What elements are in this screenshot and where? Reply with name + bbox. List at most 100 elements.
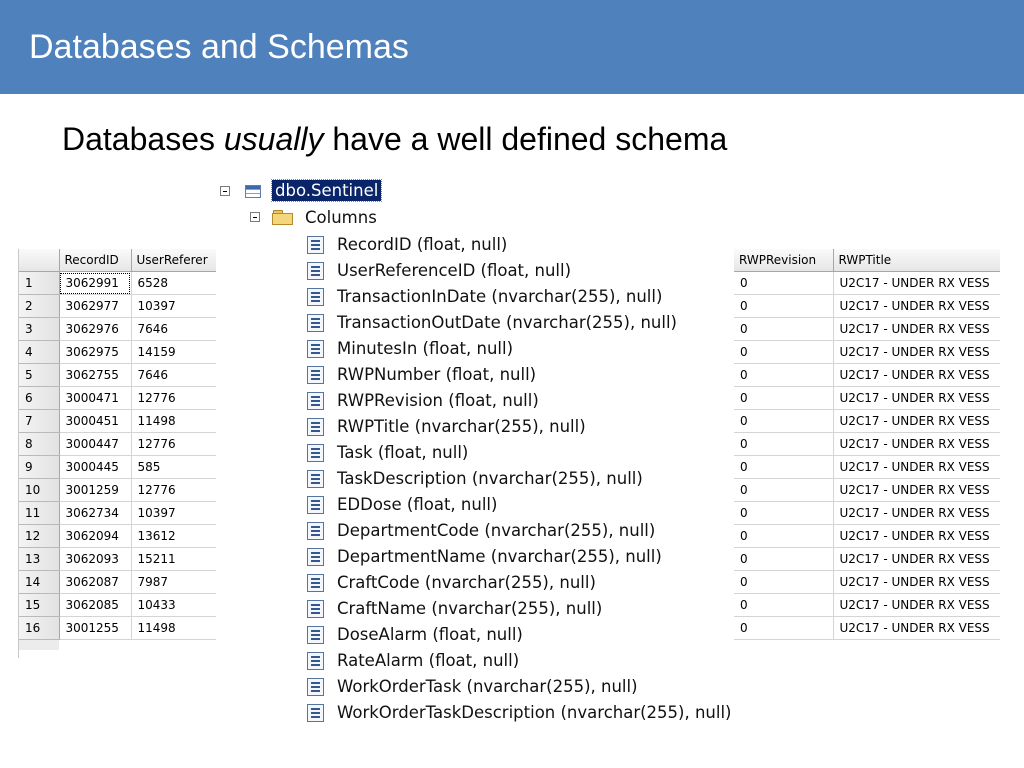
- recordid-cell[interactable]: 3000447: [59, 432, 132, 456]
- rwptitle-cell[interactable]: U2C17 - UNDER RX VESS: [833, 616, 1000, 640]
- recordid-cell[interactable]: 3001259: [59, 478, 132, 502]
- table-row[interactable]: 0 U2C17 - UNDER RX VESS: [734, 317, 1000, 341]
- table-row[interactable]: 0 U2C17 - UNDER RX VESS: [734, 409, 1000, 433]
- rwprevision-cell[interactable]: 0: [734, 524, 834, 548]
- rwprevision-cell[interactable]: 0: [734, 409, 834, 433]
- recordid-cell[interactable]: 3062977: [59, 294, 132, 318]
- userreference-cell[interactable]: 7987: [131, 570, 216, 594]
- table-row[interactable]: 0 U2C17 - UNDER RX VESS: [734, 386, 1000, 410]
- table-row[interactable]: 4 3062975 14159: [19, 340, 216, 364]
- recordid-cell[interactable]: 3001255: [59, 616, 132, 640]
- table-row[interactable]: 6 3000471 12776: [19, 386, 216, 410]
- recordid-cell[interactable]: 3062991: [59, 271, 132, 295]
- rwptitle-cell[interactable]: U2C17 - UNDER RX VESS: [833, 570, 1000, 594]
- table-row[interactable]: 0 U2C17 - UNDER RX VESS: [734, 478, 1000, 502]
- table-row[interactable]: 0 U2C17 - UNDER RX VESS: [734, 455, 1000, 479]
- rwprevision-cell[interactable]: 0: [734, 271, 834, 295]
- row-number-cell[interactable]: 3: [19, 317, 60, 341]
- recordid-cell[interactable]: 3062094: [59, 524, 132, 548]
- recordid-cell[interactable]: 3000471: [59, 386, 132, 410]
- userreference-cell[interactable]: 15211: [131, 547, 216, 571]
- userreference-cell[interactable]: 10433: [131, 593, 216, 617]
- grid-corner-cell[interactable]: [19, 249, 60, 272]
- rwptitle-cell[interactable]: U2C17 - UNDER RX VESS: [833, 294, 1000, 318]
- tree-node-column[interactable]: TaskDescription (nvarchar(255), null): [337, 469, 643, 488]
- rwptitle-cell[interactable]: U2C17 - UNDER RX VESS: [833, 386, 1000, 410]
- rwptitle-cell[interactable]: U2C17 - UNDER RX VESS: [833, 524, 1000, 548]
- row-number-cell[interactable]: 10: [19, 478, 60, 502]
- rwptitle-cell[interactable]: U2C17 - UNDER RX VESS: [833, 363, 1000, 387]
- row-number-cell[interactable]: 15: [19, 593, 60, 617]
- table-row[interactable]: 0 U2C17 - UNDER RX VESS: [734, 524, 1000, 548]
- tree-node-column[interactable]: RWPNumber (float, null): [337, 365, 536, 384]
- rwptitle-cell[interactable]: U2C17 - UNDER RX VESS: [833, 455, 1000, 479]
- table-row[interactable]: 2 3062977 10397: [19, 294, 216, 318]
- table-row[interactable]: 8 3000447 12776: [19, 432, 216, 456]
- tree-node-column[interactable]: DepartmentCode (nvarchar(255), null): [337, 521, 655, 540]
- table-row[interactable]: 0 U2C17 - UNDER RX VESS: [734, 616, 1000, 640]
- collapse-icon[interactable]: [220, 186, 230, 196]
- tree-node-column[interactable]: RateAlarm (float, null): [337, 651, 519, 670]
- table-row[interactable]: 1 3062991 6528: [19, 271, 216, 295]
- tree-node-column[interactable]: TransactionOutDate (nvarchar(255), null): [337, 313, 677, 332]
- rwprevision-cell[interactable]: 0: [734, 501, 834, 525]
- recordid-cell[interactable]: 3062087: [59, 570, 132, 594]
- row-number-cell[interactable]: 11: [19, 501, 60, 525]
- rwprevision-cell[interactable]: 0: [734, 340, 834, 364]
- table-row[interactable]: 15 3062085 10433: [19, 593, 216, 617]
- tree-node-column[interactable]: UserReferenceID (float, null): [337, 261, 571, 280]
- table-row[interactable]: 0 U2C17 - UNDER RX VESS: [734, 570, 1000, 594]
- row-number-cell[interactable]: 1: [19, 271, 60, 295]
- table-row[interactable]: 3 3062976 7646: [19, 317, 216, 341]
- tree-node-column[interactable]: DoseAlarm (float, null): [337, 625, 523, 644]
- rwprevision-cell[interactable]: 0: [734, 616, 834, 640]
- userreference-cell[interactable]: 7646: [131, 317, 216, 341]
- userreference-cell[interactable]: 13612: [131, 524, 216, 548]
- table-row[interactable]: 0 U2C17 - UNDER RX VESS: [734, 340, 1000, 364]
- table-row[interactable]: 12 3062094 13612: [19, 524, 216, 548]
- table-row[interactable]: 0 U2C17 - UNDER RX VESS: [734, 501, 1000, 525]
- tree-node-column[interactable]: Task (float, null): [337, 443, 468, 462]
- row-number-cell[interactable]: 7: [19, 409, 60, 433]
- table-row[interactable]: 9 3000445 585: [19, 455, 216, 479]
- table-row[interactable]: 14 3062087 7987: [19, 570, 216, 594]
- rwptitle-cell[interactable]: U2C17 - UNDER RX VESS: [833, 501, 1000, 525]
- collapse-icon[interactable]: [250, 212, 260, 222]
- row-number-cell[interactable]: 2: [19, 294, 60, 318]
- column-header-userreference[interactable]: UserReferer: [131, 249, 216, 272]
- userreference-cell[interactable]: 11498: [131, 409, 216, 433]
- row-number-cell[interactable]: 14: [19, 570, 60, 594]
- recordid-cell[interactable]: 3062093: [59, 547, 132, 571]
- table-node-label[interactable]: dbo.Sentinel: [270, 179, 383, 202]
- userreference-cell[interactable]: 10397: [131, 501, 216, 525]
- rwptitle-cell[interactable]: U2C17 - UNDER RX VESS: [833, 478, 1000, 502]
- userreference-cell[interactable]: 12776: [131, 478, 216, 502]
- rwprevision-cell[interactable]: 0: [734, 432, 834, 456]
- rwprevision-cell[interactable]: 0: [734, 455, 834, 479]
- tree-node-column[interactable]: CraftName (nvarchar(255), null): [337, 599, 602, 618]
- row-number-cell[interactable]: 4: [19, 340, 60, 364]
- table-row[interactable]: 0 U2C17 - UNDER RX VESS: [734, 432, 1000, 456]
- row-number-cell[interactable]: 6: [19, 386, 60, 410]
- table-row[interactable]: 0 U2C17 - UNDER RX VESS: [734, 547, 1000, 571]
- tree-node-column[interactable]: TransactionInDate (nvarchar(255), null): [337, 287, 662, 306]
- userreference-cell[interactable]: 6528: [131, 271, 216, 295]
- table-row[interactable]: 0 U2C17 - UNDER RX VESS: [734, 271, 1000, 295]
- table-row[interactable]: 13 3062093 15211: [19, 547, 216, 571]
- table-row[interactable]: 11 3062734 10397: [19, 501, 216, 525]
- rwprevision-cell[interactable]: 0: [734, 317, 834, 341]
- rwptitle-cell[interactable]: U2C17 - UNDER RX VESS: [833, 409, 1000, 433]
- recordid-cell[interactable]: 3062734: [59, 501, 132, 525]
- tree-node-table[interactable]: dbo.Sentinel: [270, 179, 383, 202]
- column-header-rwprevision[interactable]: RWPRevision: [734, 249, 834, 272]
- tree-node-column[interactable]: MinutesIn (float, null): [337, 339, 513, 358]
- column-header-rwptitle[interactable]: RWPTitle: [833, 249, 1000, 272]
- columns-folder-label[interactable]: Columns: [305, 208, 377, 227]
- row-number-cell[interactable]: 9: [19, 455, 60, 479]
- userreference-cell[interactable]: 12776: [131, 386, 216, 410]
- table-row[interactable]: 16 3001255 11498: [19, 616, 216, 640]
- tree-node-column[interactable]: RWPRevision (float, null): [337, 391, 539, 410]
- row-number-cell[interactable]: 12: [19, 524, 60, 548]
- rwptitle-cell[interactable]: U2C17 - UNDER RX VESS: [833, 432, 1000, 456]
- rwprevision-cell[interactable]: 0: [734, 363, 834, 387]
